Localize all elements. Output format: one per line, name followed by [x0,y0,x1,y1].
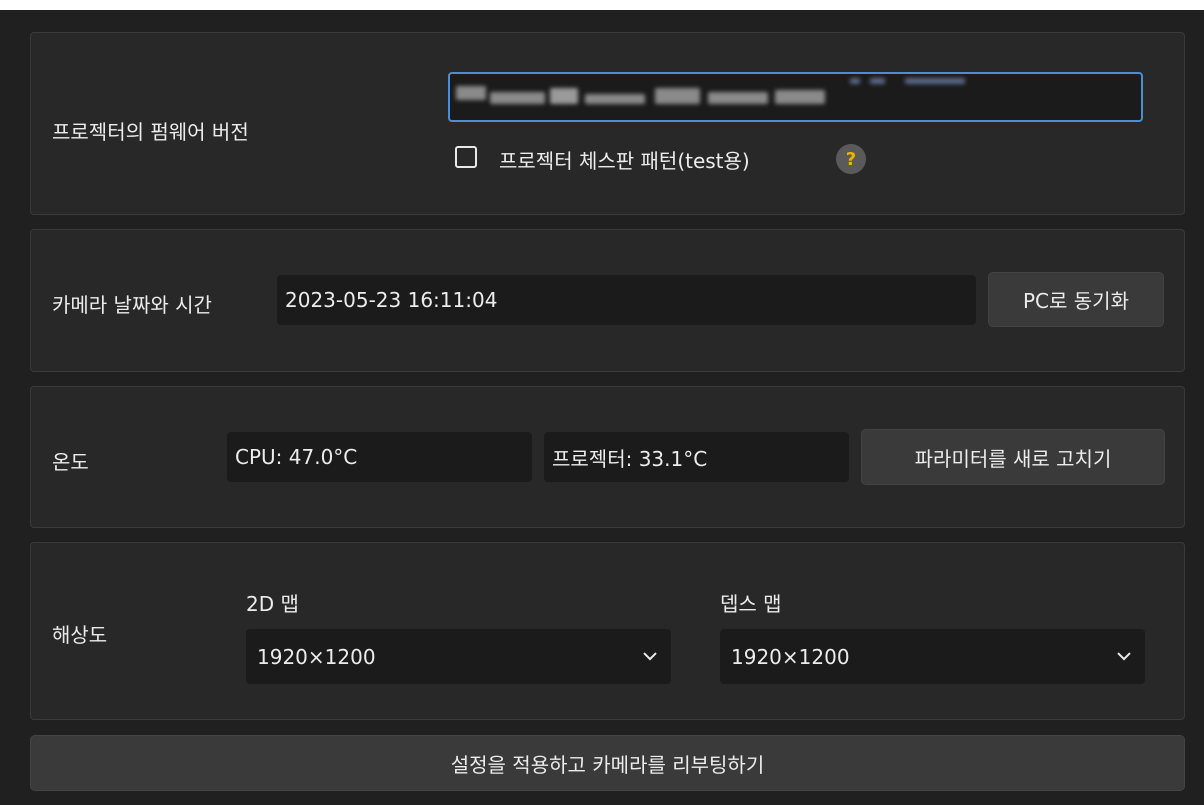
help-icon[interactable]: ? [836,144,866,174]
datetime-field[interactable]: 2023-05-23 16:11:04 [277,275,976,325]
map2d-label: 2D 맵 [246,592,299,616]
cpu-temp-field: CPU: 47.0°C [227,432,532,482]
chevron-down-icon [1117,651,1131,660]
apply-and-reboot-button[interactable]: 설정을 적용하고 카메라를 리부팅하기 [30,735,1185,791]
refresh-parameters-button[interactable]: 파라미터를 새로 고치기 [861,429,1165,485]
depth-map-select-value: 1920×1200 [731,644,850,669]
firmware-version-field[interactable] [448,72,1143,122]
depth-map-select[interactable]: 1920×1200 [720,629,1145,684]
map2d-select[interactable]: 1920×1200 [246,629,671,684]
checkerboard-checkbox[interactable] [455,146,477,168]
chevron-down-icon [643,651,657,660]
temperature-label: 온도 [52,450,89,474]
firmware-label: 프로젝터의 펌웨어 버전 [52,120,249,144]
sync-pc-button[interactable]: PC로 동기화 [988,272,1164,327]
checkerboard-checkbox-label: 프로젝터 체스판 패턴(test용) [499,149,750,173]
resolution-label: 해상도 [52,623,108,647]
datetime-label: 카메라 날짜와 시간 [52,293,212,317]
depth-map-label: 뎁스 맵 [720,592,782,616]
top-edge [0,0,1204,10]
map2d-select-value: 1920×1200 [257,644,376,669]
projector-temp-field: 프로젝터: 33.1°C [544,432,849,482]
